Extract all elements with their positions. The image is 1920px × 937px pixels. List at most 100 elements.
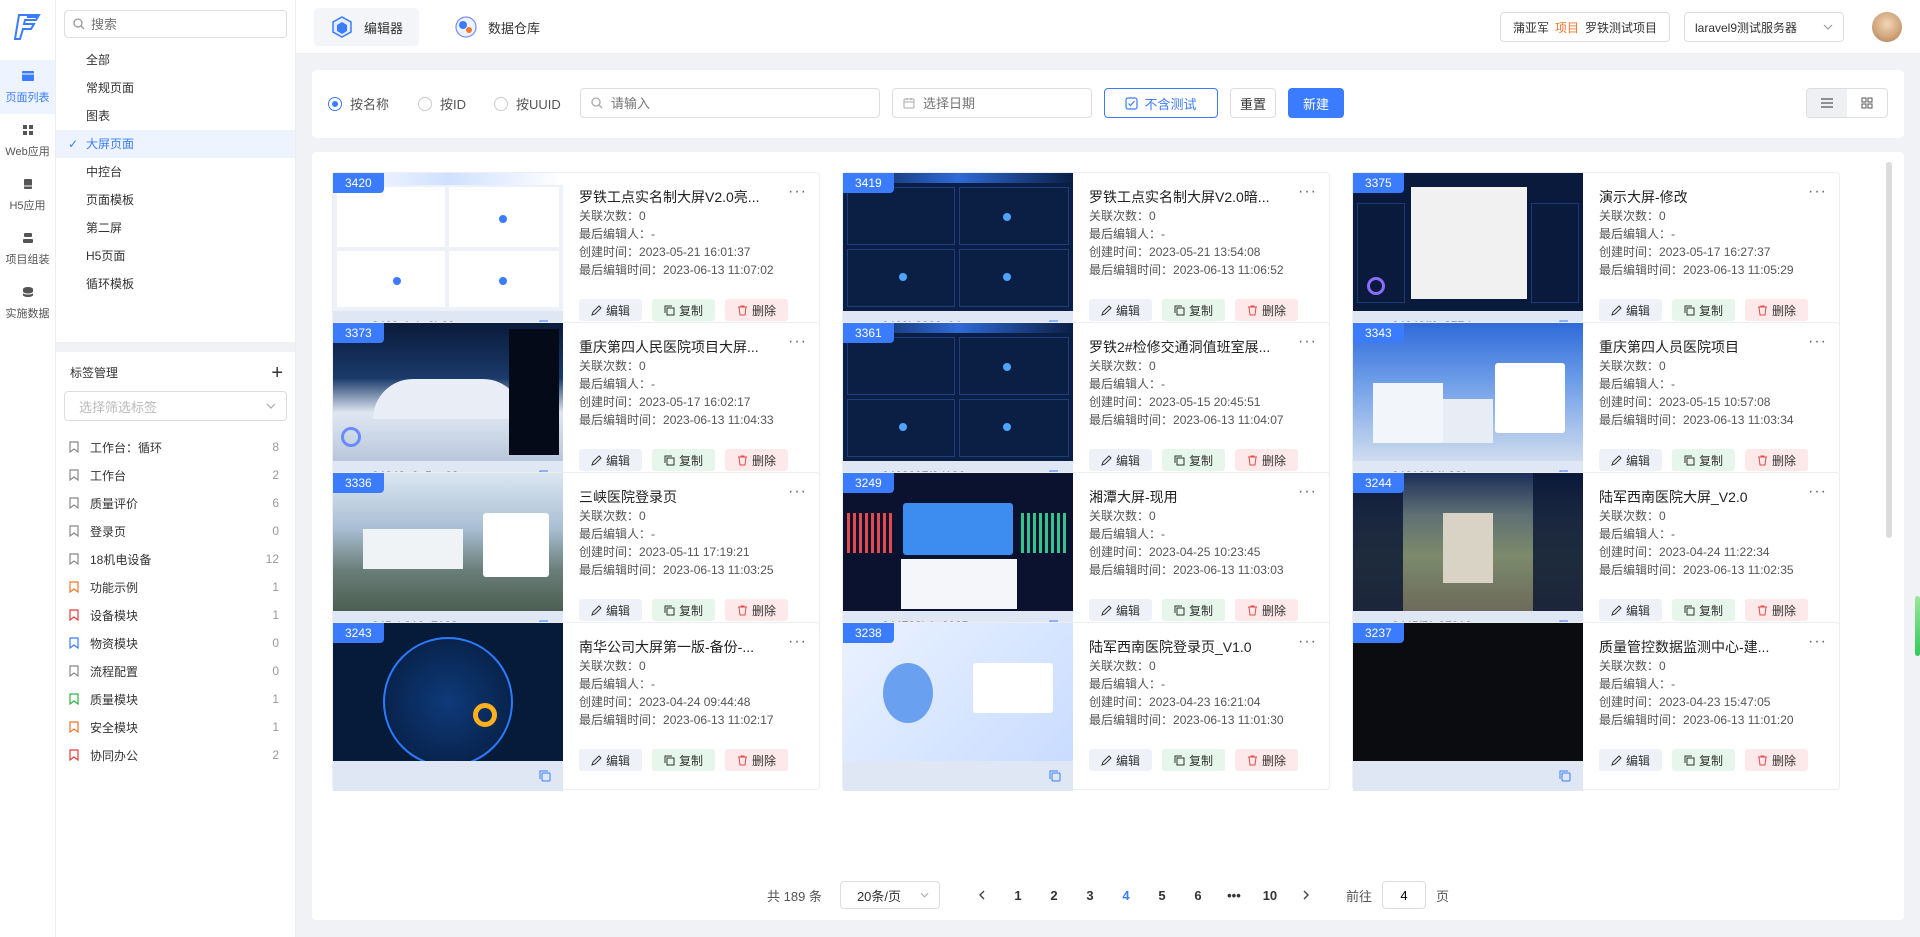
category-item[interactable]: 第二屏	[56, 214, 295, 242]
card-title[interactable]: 三峡医院登录页	[579, 487, 769, 507]
delete-button[interactable]: 删除	[1235, 299, 1299, 321]
edit-button[interactable]: 编辑	[579, 299, 643, 321]
server-select[interactable]: laravel9测试服务器	[1684, 12, 1844, 42]
delete-button[interactable]: 删除	[725, 599, 789, 621]
page-size-select[interactable]: 20条/页	[839, 881, 940, 909]
card-title[interactable]: 湘潭大屏-现用	[1089, 487, 1279, 507]
add-tag-button[interactable]: +	[271, 363, 283, 383]
rail-item-mobile-app[interactable]: H5应用	[0, 168, 55, 222]
card-title[interactable]: 演示大屏-修改	[1599, 187, 1789, 207]
more-icon[interactable]: ···	[1808, 483, 1827, 501]
page-ellipsis[interactable]: •••	[1216, 888, 1252, 903]
copy-button[interactable]: 复制	[652, 449, 716, 471]
more-icon[interactable]: ···	[788, 633, 807, 651]
page-number[interactable]: 3	[1072, 888, 1108, 903]
category-item[interactable]: 中控台	[56, 158, 295, 186]
copy-button[interactable]: 复制	[1162, 299, 1226, 321]
grid-view-button[interactable]	[1847, 89, 1887, 117]
page-card[interactable]: 3375page64648ff9c877d演示大屏-修改···关联次数：0最后编…	[1352, 172, 1840, 341]
prev-page-button[interactable]	[964, 888, 1000, 903]
more-icon[interactable]: ···	[788, 483, 807, 501]
page-card[interactable]: 3373page64648a0a5aa62重庆第四人民医院项目大屏...···关…	[332, 322, 820, 491]
category-item[interactable]: 图表	[56, 102, 295, 130]
edit-button[interactable]: 编辑	[1089, 449, 1153, 471]
date-picker[interactable]	[892, 88, 1092, 118]
tag-item[interactable]: 工作台：循环 8	[56, 433, 295, 461]
card-thumbnail[interactable]: 3238	[843, 623, 1073, 761]
more-icon[interactable]: ···	[788, 183, 807, 201]
page-card[interactable]: 3249page644739b1e6025湘潭大屏-现用···关联次数：0最后编…	[842, 472, 1330, 641]
tag-item[interactable]: 安全模块 1	[56, 713, 295, 741]
card-title[interactable]: 陆军西南医院登录页_V1.0	[1089, 637, 1279, 657]
delete-button[interactable]: 删除	[725, 299, 789, 321]
next-page-button[interactable]	[1288, 888, 1324, 903]
category-item[interactable]: 循环模板	[56, 270, 295, 298]
sidebar-search-input[interactable]	[91, 16, 271, 32]
copy-button[interactable]: 复制	[1672, 299, 1736, 321]
tag-item[interactable]: 设备模块 1	[56, 601, 295, 629]
radio-by-id[interactable]: 按ID	[418, 94, 466, 113]
search-input[interactable]	[611, 95, 821, 111]
page-card[interactable]: 3336page645cb319e7129三峡医院登录页···关联次数：0最后编…	[332, 472, 820, 641]
delete-button[interactable]: 删除	[1745, 749, 1809, 771]
tab-data-warehouse[interactable]: 数据仓库	[438, 8, 556, 46]
page-card[interactable]: 3244page6445f5fa37912陆军西南医院大屏_V2.0···关联次…	[1352, 472, 1840, 641]
delete-button[interactable]: 删除	[1745, 599, 1809, 621]
card-title[interactable]: 南华公司大屏第一版-备份-...	[579, 637, 769, 657]
page-number[interactable]: 6	[1180, 888, 1216, 903]
category-item[interactable]: 页面模板	[56, 186, 295, 214]
more-icon[interactable]: ···	[1808, 333, 1827, 351]
card-title[interactable]: 重庆第四人民医院项目大屏...	[579, 337, 769, 357]
card-thumbnail[interactable]: 3237	[1353, 623, 1583, 761]
more-icon[interactable]: ···	[1298, 633, 1317, 651]
card-thumbnail[interactable]: 3375	[1353, 173, 1583, 311]
copy-icon[interactable]	[1049, 770, 1061, 782]
list-view-button[interactable]	[1807, 89, 1847, 117]
page-number[interactable]: 4	[1108, 888, 1144, 903]
copy-button[interactable]: 复制	[1162, 749, 1226, 771]
more-icon[interactable]: ···	[788, 333, 807, 351]
tag-item[interactable]: 登录页 0	[56, 517, 295, 545]
avatar[interactable]	[1872, 12, 1902, 42]
edit-button[interactable]: 编辑	[1599, 599, 1663, 621]
edit-button[interactable]: 编辑	[1599, 749, 1663, 771]
rail-item-assembly[interactable]: 项目组装	[0, 222, 55, 276]
copy-icon[interactable]	[539, 770, 551, 782]
edit-button[interactable]: 编辑	[1599, 299, 1663, 321]
create-button[interactable]: 新建	[1288, 88, 1344, 118]
copy-button[interactable]: 复制	[652, 749, 716, 771]
page-card[interactable]: 3237 质量管控数据监测中心-建... ··· 关联次数：0 最后编辑人：- 创建时间：…	[1352, 622, 1840, 791]
reset-button[interactable]: 重置	[1230, 88, 1276, 118]
copy-button[interactable]: 复制	[1672, 449, 1736, 471]
more-icon[interactable]: ···	[1298, 333, 1317, 351]
tag-item[interactable]: 物资模块 0	[56, 629, 295, 657]
page-number[interactable]: 2	[1036, 888, 1072, 903]
grid-scrollbar[interactable]	[1886, 162, 1892, 538]
tag-item[interactable]: 18机电设备 12	[56, 545, 295, 573]
more-icon[interactable]: ···	[1298, 183, 1317, 201]
edit-button[interactable]: 编辑	[1089, 299, 1153, 321]
delete-button[interactable]: 删除	[1235, 599, 1299, 621]
page-number[interactable]: 1	[1000, 888, 1036, 903]
tag-item[interactable]: 功能示例 1	[56, 573, 295, 601]
tag-filter-select[interactable]: 选择筛选标签	[64, 391, 287, 421]
page-card[interactable]: 3238 陆军西南医院登录页_V1.0 ··· 关联次数：0 最后编辑人：- 创建时间：2…	[842, 622, 1330, 791]
delete-button[interactable]: 删除	[725, 449, 789, 471]
category-item[interactable]: 全部	[56, 46, 295, 74]
delete-button[interactable]: 删除	[1745, 299, 1809, 321]
category-item[interactable]: H5页面	[56, 242, 295, 270]
tag-item[interactable]: 质量评价 6	[56, 489, 295, 517]
card-thumbnail[interactable]: 3244	[1353, 473, 1583, 611]
page-card[interactable]: 3419page6469b2009c04e罗铁工点实名制大屏V2.0暗...··…	[842, 172, 1330, 341]
card-title[interactable]: 陆军西南医院大屏_V2.0	[1599, 487, 1789, 507]
edit-button[interactable]: 编辑	[1089, 749, 1153, 771]
copy-button[interactable]: 复制	[1672, 749, 1736, 771]
delete-button[interactable]: 删除	[1235, 749, 1299, 771]
radio-by-uuid[interactable]: 按UUID	[494, 94, 561, 113]
search-field[interactable]	[580, 88, 880, 118]
radio-by-name[interactable]: 按名称	[328, 94, 389, 113]
copy-button[interactable]: 复制	[652, 599, 716, 621]
card-thumbnail[interactable]: 3361	[843, 323, 1073, 461]
category-item[interactable]: 常规页面	[56, 74, 295, 102]
page-card[interactable]: 3343page64619f84b33fe重庆第四人员医院项目···关联次数：0…	[1352, 322, 1840, 491]
